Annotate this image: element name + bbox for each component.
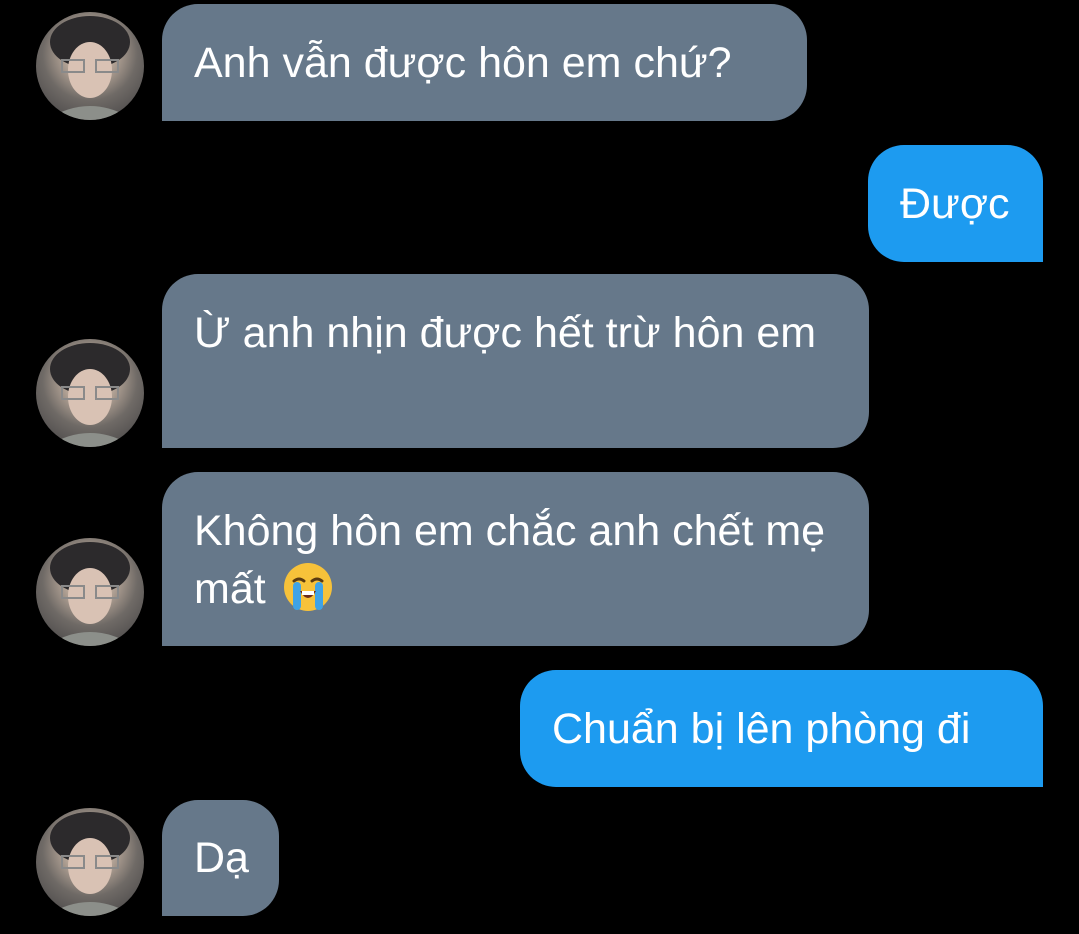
profile-photo-icon [46, 16, 134, 120]
message-text: Ừ anh nhịn được hết trừ hôn em [194, 309, 817, 357]
profile-photo-icon [46, 542, 134, 646]
sender-avatar[interactable] [36, 12, 144, 120]
message-text: Dạ [194, 834, 249, 882]
message-bubble-incoming[interactable]: Dạ [162, 800, 279, 916]
sender-avatar[interactable] [36, 538, 144, 646]
message-bubble-incoming[interactable]: Không hôn em chắc anh chết mẹ mất [162, 472, 869, 646]
sender-avatar[interactable] [36, 339, 144, 447]
sender-avatar[interactable] [36, 808, 144, 916]
profile-photo-icon [46, 343, 134, 447]
message-text: Được [900, 179, 1010, 228]
loudly-crying-face-icon [283, 563, 332, 611]
message-text: Chuẩn bị lên phòng đi [552, 704, 971, 753]
message-bubble-outgoing[interactable]: Chuẩn bị lên phòng đi [520, 670, 1043, 787]
message-bubble-incoming[interactable]: Anh vẫn được hôn em chứ? [162, 4, 807, 121]
profile-photo-icon [46, 812, 134, 916]
message-text: Anh vẫn được hôn em chứ? [194, 38, 732, 87]
message-bubble-outgoing[interactable]: Được [868, 145, 1043, 262]
message-bubble-incoming[interactable]: Ừ anh nhịn được hết trừ hôn em [162, 274, 869, 448]
message-body: Không hôn em chắc anh chết mẹ mất [194, 502, 837, 618]
